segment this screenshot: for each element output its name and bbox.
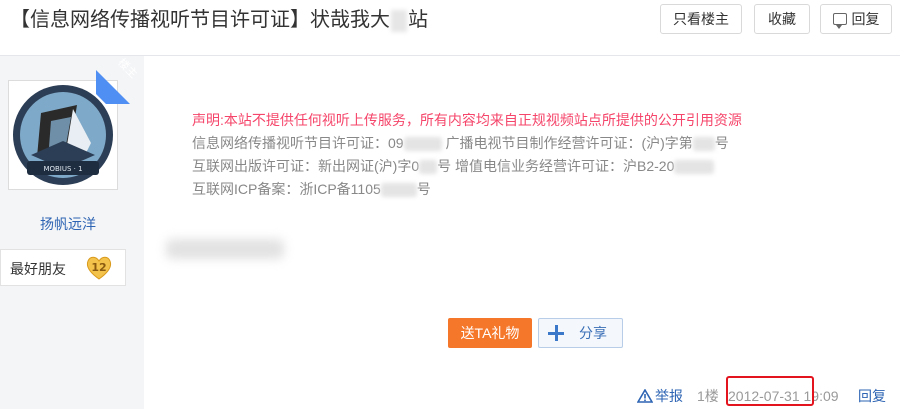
avatar-emblem-text: MOBIUS · 1 [43, 165, 82, 173]
favorite-button[interactable]: 收藏 [754, 4, 810, 34]
blurred-post-text [166, 239, 284, 259]
notice-line2-c: 号 [714, 135, 729, 151]
post-header: 【信息网络传播视听节目许可证】状哉我大站 只看楼主 收藏 回复 [0, 0, 900, 56]
blurred-segment [419, 160, 438, 175]
license-notice: 声明:本站不提供任何视听上传服务，所有内容均来自正规视频站点所提供的公开引用资源… [192, 109, 742, 201]
post-title-suffix: 站 [408, 9, 428, 31]
author-username[interactable]: 扬帆远洋 [0, 214, 136, 234]
blurred-segment [380, 183, 417, 198]
notice-line3-a: 互联网出版许可证：新出网证(沪)字0 [192, 158, 420, 174]
post-title: 【信息网络传播视听节目许可证】状哉我大站 [10, 7, 428, 33]
send-gift-button[interactable]: 送TA礼物 [448, 318, 532, 348]
report-label: 举报 [655, 388, 683, 404]
notice-line-icp: 互联网ICP备案：浙ICP备1105 号 [192, 178, 742, 201]
plus-icon [548, 325, 564, 341]
notice-line-publishing: 互联网出版许可证：新出网证(沪)字0 号 增值电信业务经营许可证：沪B2-20 [192, 155, 742, 178]
reply-button-label: 回复 [851, 11, 880, 27]
notice-line4-a: 互联网ICP备案：浙ICP备1105 [192, 181, 381, 197]
heart-level-icon: 12 [86, 256, 112, 280]
op-corner-label: 楼主 [115, 56, 140, 81]
fan-level-number: 12 [91, 261, 106, 274]
blurred-segment [403, 137, 442, 152]
date-highlight-box [726, 376, 814, 406]
post-title-text: 【信息网络传播视听节目许可证】状哉我大 [10, 9, 390, 31]
blurred-segment [692, 137, 715, 152]
fan-level-badge[interactable]: 最好朋友 12 [0, 249, 126, 286]
author-sidebar: MOBIUS · 1 扬帆远洋 最好朋友 12 [0, 56, 144, 409]
floor-reply-link[interactable]: 回复 [858, 386, 886, 406]
report-link[interactable]: 举报 [637, 386, 683, 406]
comment-icon [832, 13, 847, 29]
notice-disclaimer: 声明:本站不提供任何视听上传服务，所有内容均来自正规视频站点所提供的公开引用资源 [192, 112, 742, 128]
floor-number: 1楼 [697, 388, 719, 404]
notice-line2-a: 信息网络传播视听节目许可证：09 [192, 135, 404, 151]
notice-line-license: 信息网络传播视听节目许可证：09 广播电视节目制作经营许可证：(沪)字第 号 [192, 132, 742, 155]
blurred-segment [674, 160, 715, 175]
notice-line4-b: 号 [416, 181, 431, 197]
notice-line3-b: 号 增值电信业务经营许可证：沪B2-20 [437, 158, 675, 174]
post-content: 声明:本站不提供任何视听上传服务，所有内容均来自正规视频站点所提供的公开引用资源… [144, 56, 900, 409]
op-corner-badge: 楼主 [96, 56, 144, 104]
fan-level-label: 最好朋友 [10, 261, 66, 277]
reply-button[interactable]: 回复 [820, 4, 892, 34]
notice-line2-b: 广播电视节目制作经营许可证：(沪)字第 [445, 135, 693, 151]
share-button-label: 分享 [579, 325, 607, 341]
share-button[interactable]: 分享 [538, 318, 623, 348]
warning-icon [637, 389, 653, 403]
only-op-button[interactable]: 只看楼主 [660, 4, 742, 34]
blurred-character [391, 9, 407, 32]
